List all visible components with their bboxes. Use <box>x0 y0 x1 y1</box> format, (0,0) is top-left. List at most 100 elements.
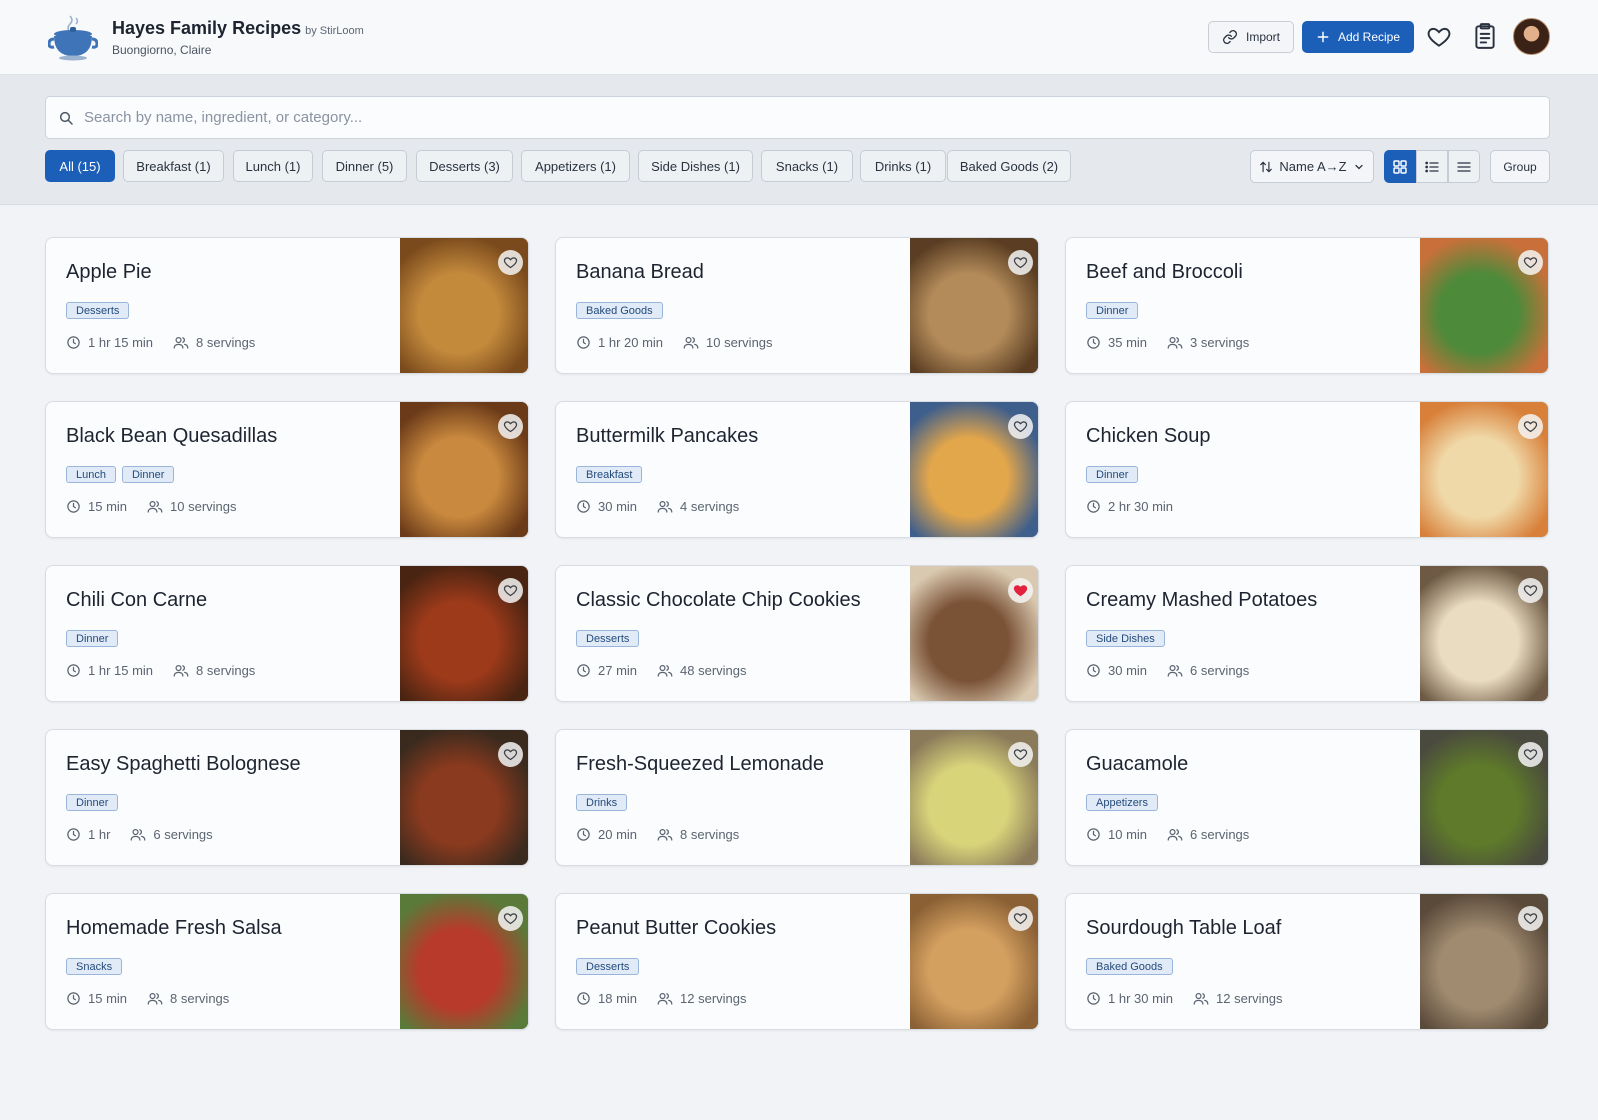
group-button[interactable]: Group <box>1490 150 1550 183</box>
recipe-card[interactable]: Sourdough Table Loaf Baked Goods 1 hr 30… <box>1065 893 1549 1030</box>
servings: 4 servings <box>657 499 739 514</box>
chevron-down-icon <box>1354 164 1363 169</box>
servings-icon <box>657 828 673 841</box>
favorite-toggle[interactable] <box>1008 578 1033 603</box>
servings-text: 6 servings <box>153 827 213 842</box>
category-chip-snacks[interactable]: Snacks (1) <box>761 150 853 182</box>
recipe-card[interactable]: Chicken Soup Dinner 2 hr 30 min <box>1065 401 1549 538</box>
favorite-toggle[interactable] <box>1008 906 1033 931</box>
category-chip-baked-goods[interactable]: Baked Goods (2) <box>947 150 1071 182</box>
add-recipe-button[interactable]: Add Recipe <box>1302 21 1414 53</box>
category-chip-desserts[interactable]: Desserts (3) <box>416 150 513 182</box>
favorite-toggle[interactable] <box>498 906 523 931</box>
favorite-toggle[interactable] <box>498 578 523 603</box>
category-tag: Lunch <box>66 466 116 483</box>
favorites-button[interactable] <box>1425 23 1453 51</box>
recipe-card[interactable]: Classic Chocolate Chip Cookies Desserts … <box>555 565 1039 702</box>
recipe-card[interactable]: Buttermilk Pancakes Breakfast 30 min 4 se… <box>555 401 1039 538</box>
import-button[interactable]: Import <box>1208 21 1294 53</box>
recipe-title: Easy Spaghetti Bolognese <box>66 753 301 775</box>
clock-icon <box>67 992 80 1005</box>
recipe-title: Chicken Soup <box>1086 425 1211 447</box>
recipe-title: Banana Bread <box>576 261 704 283</box>
recipe-tags: Dinner <box>66 794 119 811</box>
add-recipe-label: Add Recipe <box>1337 30 1401 44</box>
recipe-card[interactable]: Black Bean Quesadillas Lunch Dinner 15 mi… <box>45 401 529 538</box>
search-icon <box>59 111 73 125</box>
category-chip-appetizers[interactable]: Appetizers (1) <box>521 150 630 182</box>
category-tag: Dinner <box>1086 302 1139 319</box>
recipe-card[interactable]: Beef and Broccoli Dinner 35 min 3 serving… <box>1065 237 1549 374</box>
list-view-button[interactable] <box>1416 150 1448 183</box>
recipe-card[interactable]: Homemade Fresh Salsa Snacks 15 min 8 serv… <box>45 893 529 1030</box>
favorite-toggle[interactable] <box>1518 578 1543 603</box>
favorite-toggle[interactable] <box>498 250 523 275</box>
recipe-card[interactable]: Peanut Butter Cookies Desserts 18 min 12 … <box>555 893 1039 1030</box>
clock-icon <box>1087 500 1100 513</box>
recipe-tags: Baked Goods <box>576 302 663 319</box>
recipe-card[interactable]: Easy Spaghetti Bolognese Dinner 1 hr 6 se… <box>45 729 529 866</box>
recipe-card[interactable]: Creamy Mashed Potatoes Side Dishes 30 mi… <box>1065 565 1549 702</box>
compact-view-button[interactable] <box>1448 150 1480 183</box>
user-avatar[interactable] <box>1513 18 1550 55</box>
recipe-card[interactable]: Apple Pie Desserts 1 hr 15 min 8 servings <box>45 237 529 374</box>
category-chip-dinner[interactable]: Dinner (5) <box>322 150 407 182</box>
recipe-tags: Side Dishes <box>1086 630 1165 647</box>
favorite-toggle[interactable] <box>1008 742 1033 767</box>
servings: 12 servings <box>657 991 747 1006</box>
recipe-card[interactable]: Fresh-Squeezed Lemonade Drinks 20 min 8 s… <box>555 729 1039 866</box>
heart-icon <box>503 421 518 433</box>
recipe-tags: Lunch Dinner <box>66 466 175 483</box>
recipe-card[interactable]: Banana Bread Baked Goods 1 hr 20 min 10 s… <box>555 237 1039 374</box>
cook-time: 30 min <box>1086 663 1147 678</box>
heart-icon <box>503 585 518 597</box>
servings: 48 servings <box>657 663 747 678</box>
shopping-list-button[interactable] <box>1471 22 1499 50</box>
recipe-tags: Breakfast <box>576 466 643 483</box>
category-tag: Dinner <box>66 630 119 647</box>
recipe-meta: 15 min 10 servings <box>66 499 237 514</box>
servings: 8 servings <box>173 335 255 350</box>
recipe-tags: Dinner <box>1086 466 1139 483</box>
category-tag: Side Dishes <box>1086 630 1165 647</box>
recipe-card[interactable]: Guacamole Appetizers 10 min 6 servings <box>1065 729 1549 866</box>
favorite-toggle[interactable] <box>1518 414 1543 439</box>
servings: 12 servings <box>1193 991 1283 1006</box>
category-chip-drinks[interactable]: Drinks (1) <box>860 150 946 182</box>
cook-time: 15 min <box>66 499 127 514</box>
sort-dropdown[interactable]: Name A→Z <box>1250 150 1374 183</box>
cooking-pot-icon <box>48 15 98 61</box>
servings-text: 10 servings <box>170 499 237 514</box>
category-chip-side-dishes[interactable]: Side Dishes (1) <box>638 150 753 182</box>
clock-icon <box>1087 992 1100 1005</box>
category-chip-lunch[interactable]: Lunch (1) <box>233 150 313 182</box>
cook-time-text: 1 hr 15 min <box>88 335 154 350</box>
clock-icon <box>1087 664 1100 677</box>
favorite-toggle[interactable] <box>1518 742 1543 767</box>
plus-icon <box>1317 31 1329 43</box>
favorite-toggle[interactable] <box>1008 414 1033 439</box>
recipe-title: Homemade Fresh Salsa <box>66 917 282 939</box>
servings-icon <box>657 664 673 677</box>
search-input[interactable] <box>84 97 1524 138</box>
recipe-title: Buttermilk Pancakes <box>576 425 759 447</box>
recipe-card[interactable]: Chili Con Carne Dinner 1 hr 15 min 8 serv… <box>45 565 529 702</box>
recipe-title: Chili Con Carne <box>66 589 208 611</box>
cook-time-text: 30 min <box>598 499 638 514</box>
servings: 3 servings <box>1167 335 1249 350</box>
servings-icon <box>1167 664 1183 677</box>
favorite-toggle[interactable] <box>1518 906 1543 931</box>
favorite-toggle[interactable] <box>1008 250 1033 275</box>
recipe-title: Fresh-Squeezed Lemonade <box>576 753 824 775</box>
servings-icon <box>657 992 673 1005</box>
favorite-toggle[interactable] <box>498 414 523 439</box>
grid-view-button[interactable] <box>1384 150 1416 183</box>
clock-icon <box>577 336 590 349</box>
servings-text: 8 servings <box>196 663 256 678</box>
favorite-toggle[interactable] <box>1518 250 1543 275</box>
favorite-toggle[interactable] <box>498 742 523 767</box>
category-chip-all[interactable]: All (15) <box>45 150 115 182</box>
category-tag: Appetizers <box>1086 794 1158 811</box>
recipe-title: Creamy Mashed Potatoes <box>1086 589 1318 611</box>
category-chip-breakfast[interactable]: Breakfast (1) <box>123 150 224 182</box>
